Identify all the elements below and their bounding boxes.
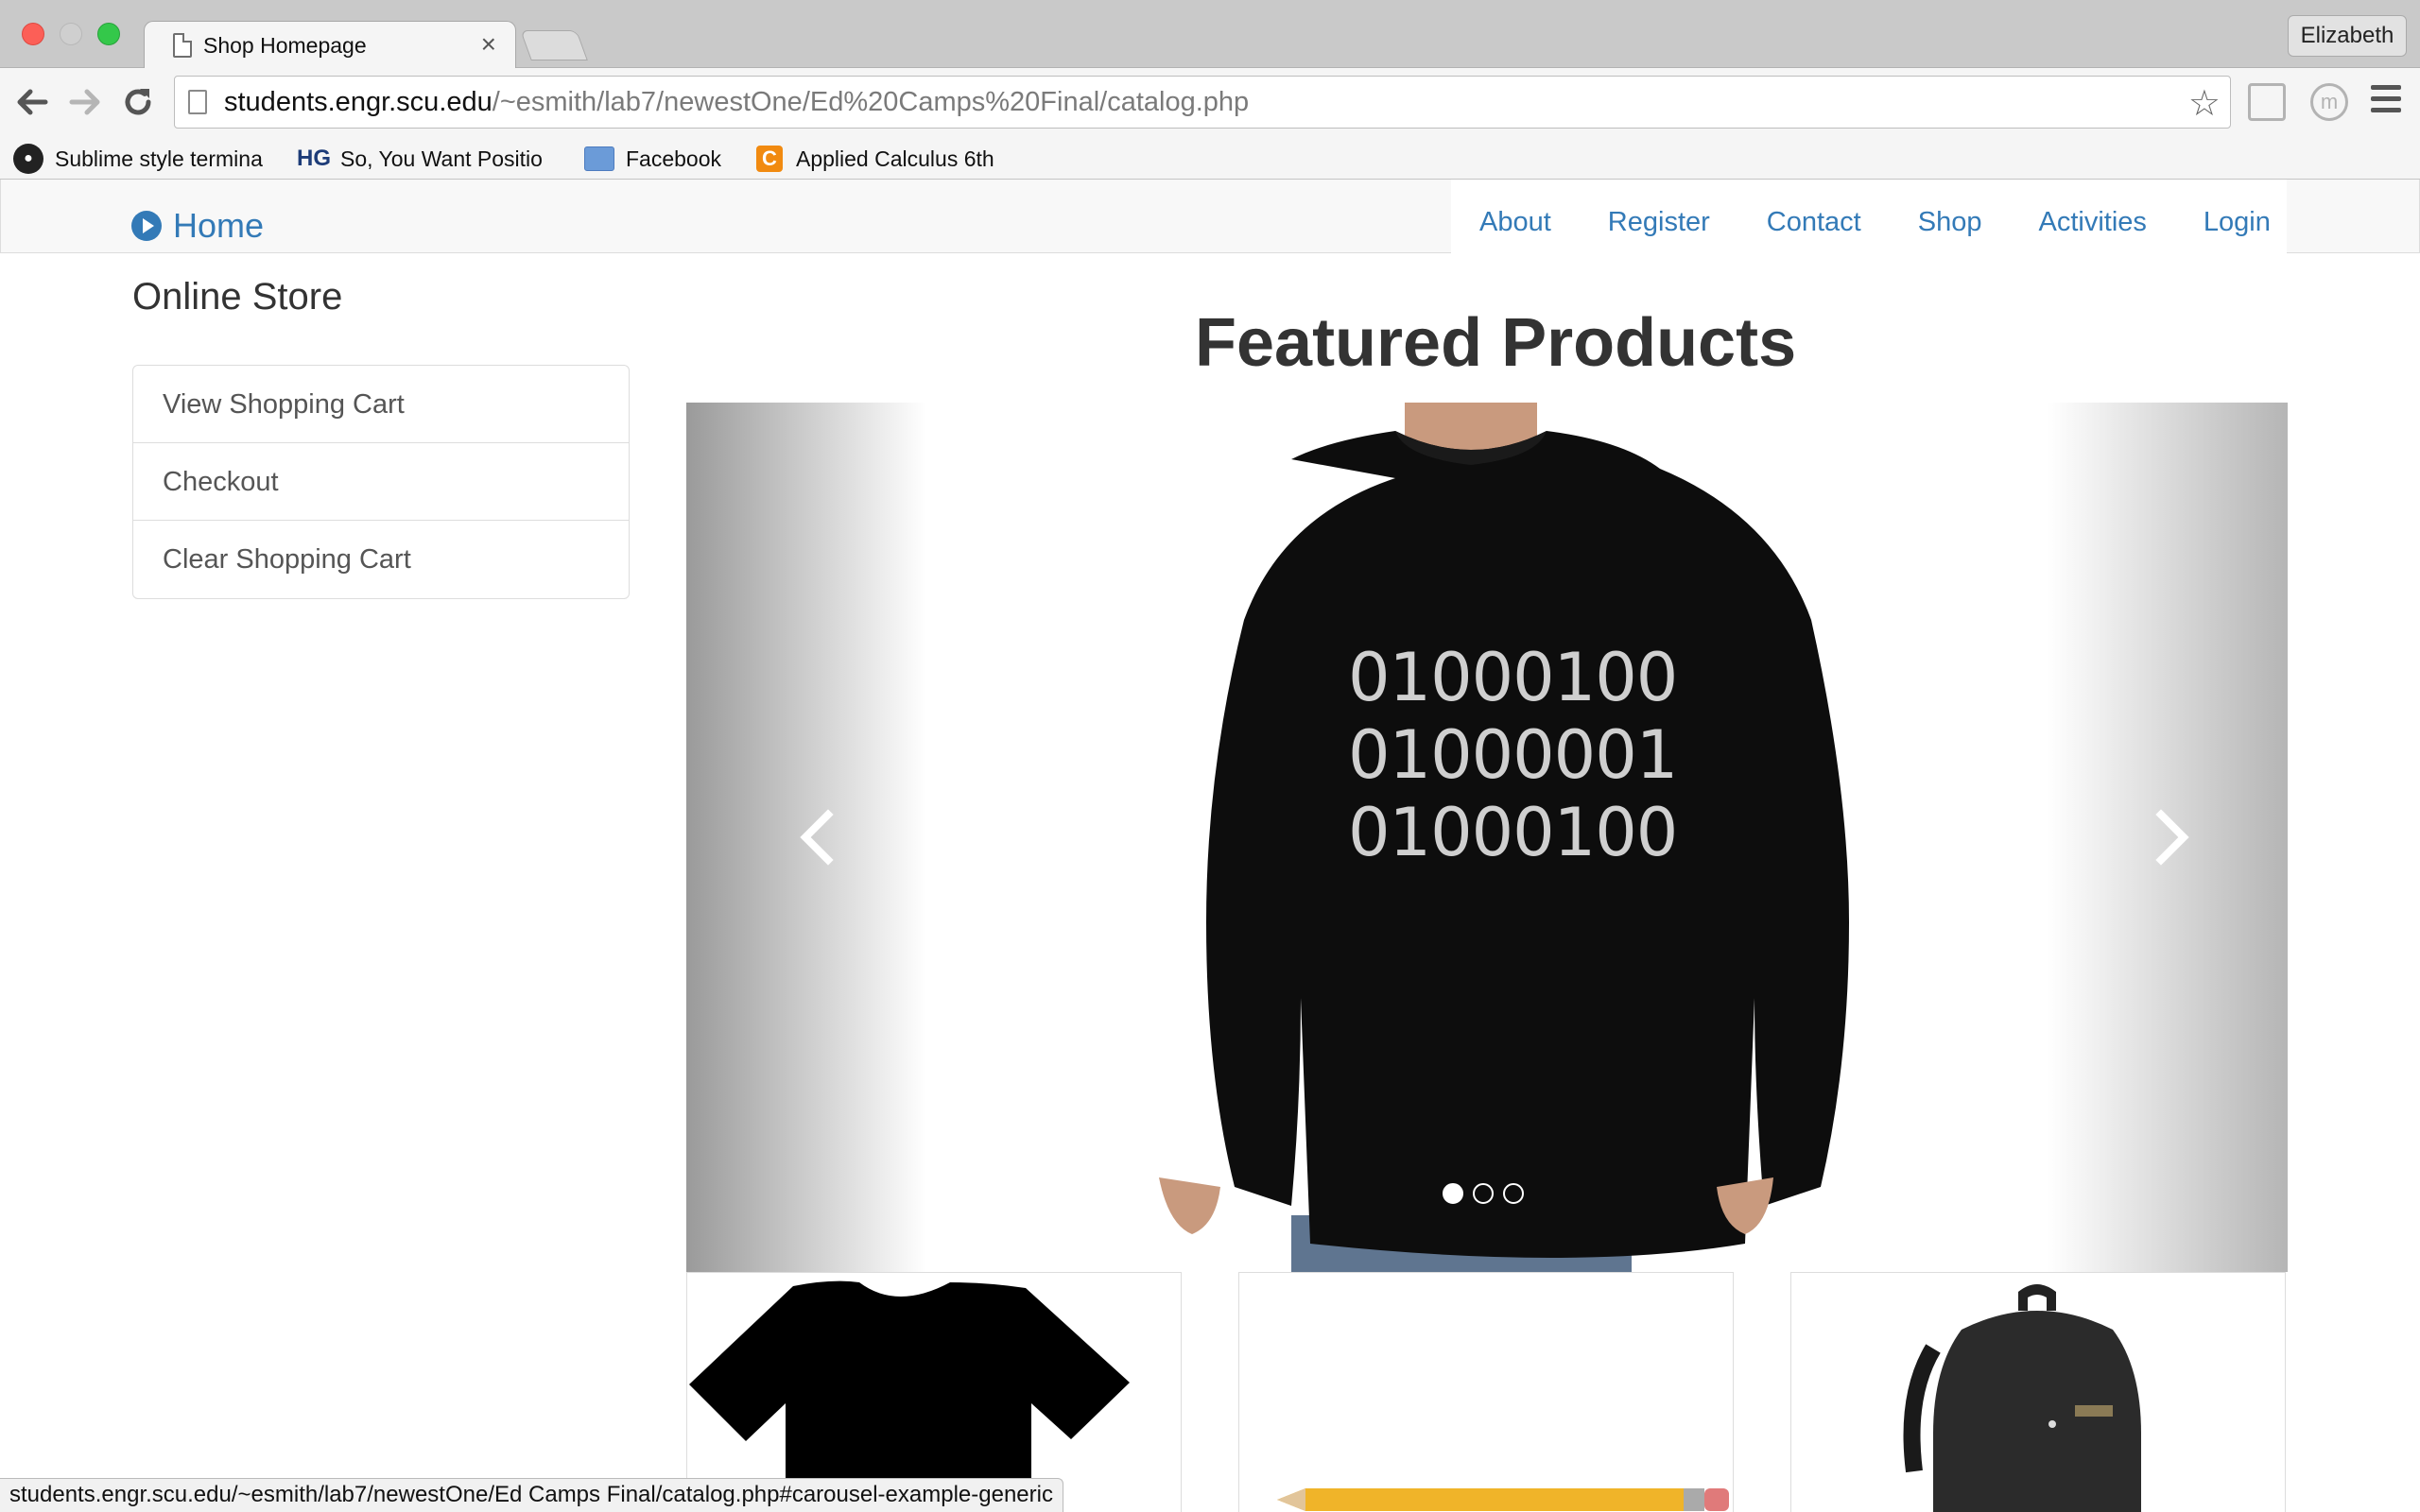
store-menu: View Shopping Cart Checkout Clear Shoppi… [132, 365, 630, 599]
url-path: /~esmith/lab7/newestOne/Ed%20Camps%20Fin… [492, 87, 1250, 117]
browser-toolbar: students.engr.scu.edu/~esmith/lab7/newes… [0, 68, 2420, 140]
play-circle-icon [131, 211, 162, 241]
nav-login[interactable]: Login [2175, 180, 2299, 253]
window-zoom-button[interactable] [97, 23, 120, 45]
product-thumbnail-backpack[interactable] [1790, 1272, 2286, 1512]
checkout-link[interactable]: Checkout [133, 443, 629, 521]
browser-status-bar: students.engr.scu.edu/~esmith/lab7/newes… [0, 1478, 1063, 1512]
bookmark-item[interactable]: Facebook [584, 142, 721, 176]
sidebar-title: Online Store [132, 276, 343, 318]
chrome-menu-icon[interactable] [2371, 85, 2401, 113]
bookmark-item[interactable]: ● Sublime style termina [13, 142, 263, 176]
bookmarks-bar: ● Sublime style termina HG So, You Want … [0, 140, 2420, 180]
profile-button[interactable]: Elizabeth [2288, 15, 2407, 57]
folder-icon [584, 144, 614, 174]
hg-icon: HG [297, 146, 331, 171]
nav-contact[interactable]: Contact [1738, 180, 1890, 253]
bookmark-label: Facebook [626, 146, 722, 171]
bookmark-star-icon[interactable]: ☆ [2188, 82, 2221, 125]
pencil-image [1277, 1488, 1729, 1511]
back-arrow-icon[interactable] [11, 81, 53, 123]
chevron-right-icon[interactable] [2133, 799, 2208, 875]
site-navbar: Home About Register Contact Shop Activit… [0, 180, 2420, 253]
carousel-indicator-1[interactable] [1443, 1183, 1463, 1204]
carousel-indicator-3[interactable] [1503, 1183, 1524, 1204]
github-icon: ● [13, 144, 43, 174]
binary-line: 01000100 [1348, 639, 1678, 716]
nav-about[interactable]: About [1451, 180, 1580, 253]
nav-activities[interactable]: Activities [2010, 180, 2174, 253]
view-cart-link[interactable]: View Shopping Cart [133, 366, 629, 443]
bookmark-label: So, You Want Positio [340, 146, 543, 171]
browser-titlebar: Shop Homepage × Elizabeth [0, 0, 2420, 69]
chegg-icon: C [754, 144, 785, 174]
page-icon [188, 90, 207, 114]
chevron-left-icon[interactable] [781, 799, 856, 875]
backpack-image [1903, 1284, 2141, 1512]
product-thumbnail-pencil[interactable] [1238, 1272, 1734, 1512]
address-bar[interactable]: students.engr.scu.edu/~esmith/lab7/newes… [174, 76, 2231, 129]
forward-arrow-icon[interactable] [64, 81, 106, 123]
address-url[interactable]: students.engr.scu.edu/~esmith/lab7/newes… [224, 87, 1249, 118]
reload-icon[interactable] [117, 81, 159, 123]
bookmark-label: Applied Calculus 6th [796, 146, 994, 171]
tab-title: Shop Homepage [203, 33, 367, 58]
nav-register[interactable]: Register [1580, 180, 1738, 253]
binary-line: 01000001 [1348, 716, 1678, 794]
bookmark-item[interactable]: HG So, You Want Positio [297, 142, 543, 176]
product-carousel[interactable]: 01000100 01000001 01000100 [686, 403, 2288, 1272]
clear-cart-link[interactable]: Clear Shopping Cart [133, 521, 629, 598]
tshirt-image [689, 1280, 1130, 1512]
extension-icon[interactable] [2248, 83, 2286, 121]
sweatshirt-binary-print: 01000100 01000001 01000100 [1348, 639, 1678, 871]
bookmark-item[interactable]: C Applied Calculus 6th [754, 142, 994, 176]
extension-m-icon[interactable]: m [2310, 83, 2348, 121]
window-close-button[interactable] [22, 23, 44, 45]
carousel-indicators [1443, 1183, 1524, 1204]
window-minimize-button[interactable] [60, 23, 82, 45]
home-label: Home [173, 206, 265, 245]
page-title: Featured Products [1195, 305, 1797, 381]
binary-line: 01000100 [1348, 794, 1678, 871]
browser-tab-active[interactable]: Shop Homepage × [144, 21, 516, 69]
nav-links: About Register Contact Shop Activities L… [1451, 180, 2287, 253]
url-host: students.engr.scu.edu [224, 87, 493, 117]
nav-shop[interactable]: Shop [1890, 180, 2011, 253]
tab-close-icon[interactable]: × [481, 29, 496, 60]
home-link[interactable]: Home [131, 206, 264, 246]
bookmark-label: Sublime style termina [55, 146, 263, 171]
new-tab-button[interactable] [520, 30, 588, 60]
page-icon [173, 33, 192, 58]
carousel-indicator-2[interactable] [1473, 1183, 1494, 1204]
product-thumbnail-tshirt[interactable] [686, 1272, 1182, 1512]
